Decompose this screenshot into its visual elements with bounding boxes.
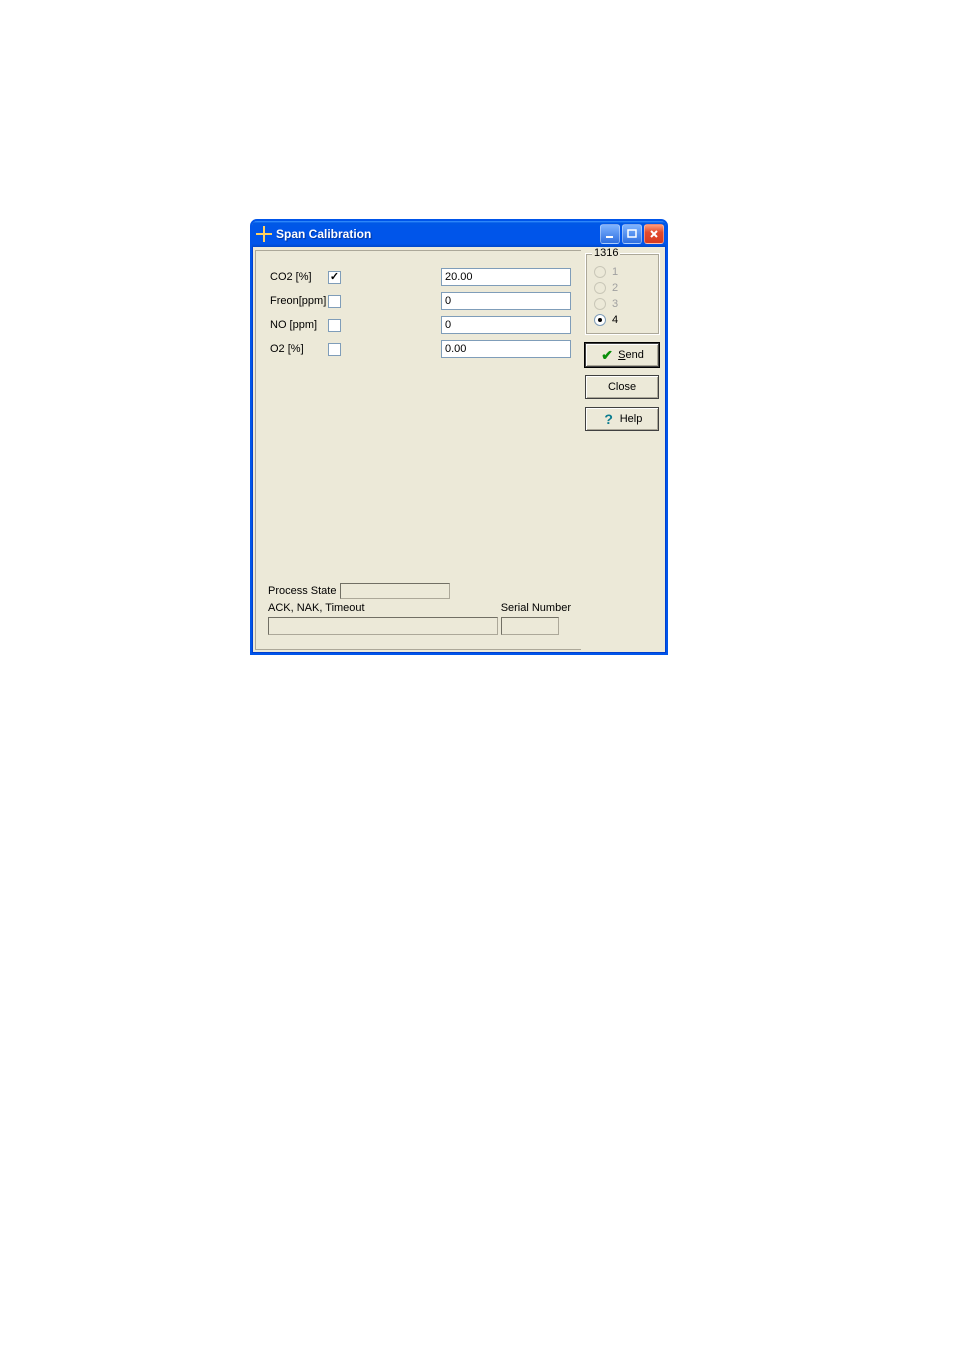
maximize-button[interactable] [622, 224, 642, 244]
gas-input-o2[interactable] [441, 340, 571, 358]
main-panel: CO2 [%] Freon[ppm] NO [ppm] O2 [%] [255, 250, 581, 650]
close-button-label: Close [608, 381, 636, 393]
gas-label: O2 [%] [270, 343, 328, 355]
gas-row-no: NO [ppm] [270, 313, 571, 337]
close-button[interactable] [644, 224, 664, 244]
gas-input-no[interactable] [441, 316, 571, 334]
close-button-panel[interactable]: Close [585, 375, 659, 399]
radio-1 [594, 266, 606, 278]
help-button[interactable]: ? Help [585, 407, 659, 431]
ack-label: ACK, NAK, Timeout [268, 601, 365, 615]
window-title: Span Calibration [276, 227, 600, 241]
serial-wrap: Serial Number [501, 601, 571, 635]
radio-label: 1 [612, 266, 618, 278]
gas-checkbox-o2[interactable] [328, 343, 341, 356]
send-button[interactable]: ✔ Send [585, 343, 659, 367]
gas-label: Freon[ppm] [270, 295, 328, 307]
client-area: CO2 [%] Freon[ppm] NO [ppm] O2 [%] [252, 247, 666, 653]
process-state-row: Process State [268, 583, 571, 599]
question-icon: ? [602, 412, 616, 426]
span-calibration-window: Span Calibration CO2 [%] Freon[p [250, 219, 668, 655]
group-1316: 1316 1 2 3 4 [585, 253, 660, 335]
serial-number-display [501, 617, 559, 635]
radio-2 [594, 282, 606, 294]
gas-input-co2[interactable] [441, 268, 571, 286]
titlebar[interactable]: Span Calibration [252, 221, 666, 247]
gas-label: CO2 [%] [270, 271, 328, 283]
gas-row-o2: O2 [%] [270, 337, 571, 361]
gas-checkbox-freon[interactable] [328, 295, 341, 308]
group-title: 1316 [592, 247, 620, 259]
ack-display [268, 617, 498, 635]
radio-label: 2 [612, 282, 618, 294]
radio-row-3: 3 [594, 296, 653, 312]
gas-label: NO [ppm] [270, 319, 328, 331]
window-controls [600, 224, 664, 244]
gas-row-freon: Freon[ppm] [270, 289, 571, 313]
radio-4[interactable] [594, 314, 606, 326]
minimize-button[interactable] [600, 224, 620, 244]
help-button-label: Help [620, 413, 643, 425]
send-button-label: Send [618, 349, 644, 361]
gas-rows: CO2 [%] Freon[ppm] NO [ppm] O2 [%] [256, 251, 581, 361]
status-block: Process State ACK, NAK, Timeout Serial N… [268, 583, 571, 639]
gas-checkbox-no[interactable] [328, 319, 341, 332]
radio-row-4[interactable]: 4 [594, 312, 653, 328]
app-icon [256, 226, 272, 242]
radio-row-2: 2 [594, 280, 653, 296]
radio-row-1: 1 [594, 264, 653, 280]
gas-checkbox-co2[interactable] [328, 271, 341, 284]
gas-input-freon[interactable] [441, 292, 571, 310]
process-state-label: Process State [268, 585, 336, 597]
serial-number-label: Serial Number [501, 601, 571, 615]
radio-label: 3 [612, 298, 618, 310]
process-state-display [340, 583, 450, 599]
check-icon: ✔ [600, 348, 614, 362]
radio-3 [594, 298, 606, 310]
gas-row-co2: CO2 [%] [270, 265, 571, 289]
radio-label: 4 [612, 314, 618, 326]
right-panel: 1316 1 2 3 4 ✔ [581, 247, 666, 653]
